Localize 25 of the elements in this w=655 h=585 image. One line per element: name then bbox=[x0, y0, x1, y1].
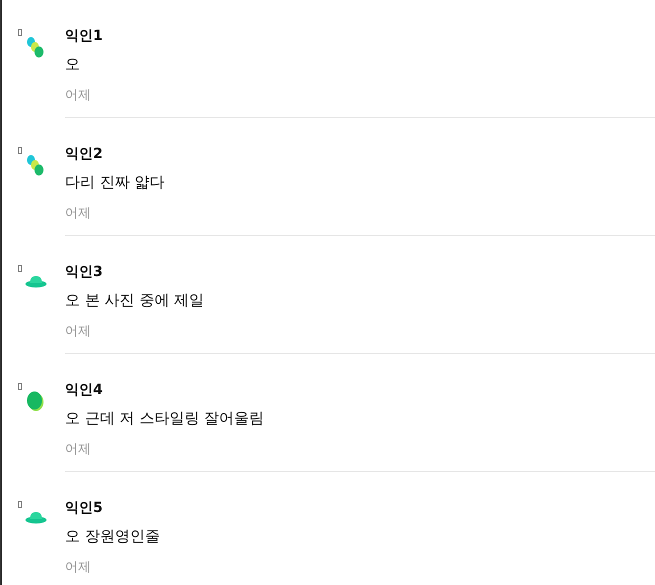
image-placeholder-icon bbox=[18, 265, 22, 272]
avatar-icon bbox=[25, 274, 47, 288]
comment-text: 오 장원영인줄 bbox=[65, 526, 161, 546]
avatar-icon bbox=[26, 154, 44, 178]
author-name: 익인1 bbox=[65, 27, 104, 45]
author-name: 익인5 bbox=[65, 499, 104, 517]
image-placeholder-icon bbox=[18, 29, 22, 36]
comment-time: 어제 bbox=[65, 205, 92, 222]
avatar-icon bbox=[26, 36, 44, 60]
comment-text: 다리 진짜 얇다 bbox=[65, 172, 166, 192]
image-placeholder-icon bbox=[18, 383, 22, 390]
avatar-icon bbox=[25, 510, 47, 524]
comment-text: 오 근데 저 스타일링 잘어울림 bbox=[65, 408, 266, 428]
image-placeholder-icon bbox=[18, 147, 22, 154]
comment-time: 어제 bbox=[65, 87, 92, 104]
image-placeholder-icon bbox=[18, 501, 22, 508]
comment-text: 오 본 사진 중에 제일 bbox=[65, 290, 206, 310]
author-name: 익인4 bbox=[65, 381, 104, 399]
avatar-icon bbox=[26, 390, 44, 412]
author-name: 익인3 bbox=[65, 263, 104, 281]
comment-time: 어제 bbox=[65, 323, 92, 340]
comment-text: 오 bbox=[65, 54, 81, 74]
author-name: 익인2 bbox=[65, 145, 104, 163]
comment-time: 어제 bbox=[65, 559, 92, 576]
comment-time: 어제 bbox=[65, 441, 92, 458]
